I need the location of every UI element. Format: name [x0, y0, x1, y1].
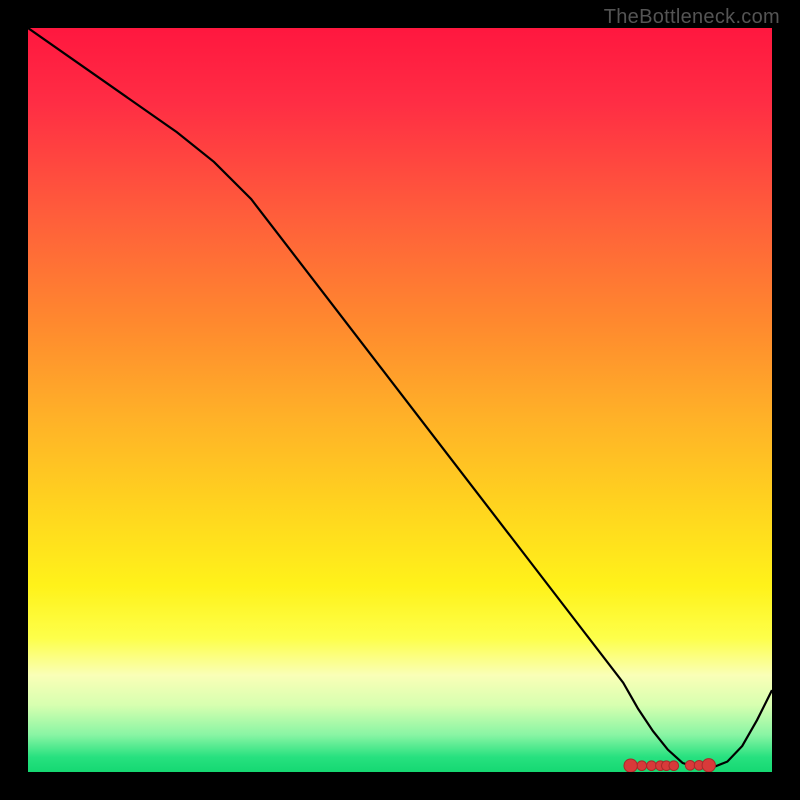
- data-marker: [637, 761, 647, 771]
- chart-svg: [28, 28, 772, 772]
- chart-container: TheBottleneck.com: [0, 0, 800, 800]
- marker-group: [624, 759, 716, 772]
- data-marker: [647, 761, 657, 771]
- watermark-text: TheBottleneck.com: [604, 6, 780, 29]
- data-marker-end: [702, 759, 715, 772]
- data-marker-end: [624, 759, 637, 772]
- plot-area: [28, 28, 772, 772]
- data-marker: [669, 761, 679, 771]
- series-line: [28, 28, 772, 768]
- data-marker: [685, 760, 695, 770]
